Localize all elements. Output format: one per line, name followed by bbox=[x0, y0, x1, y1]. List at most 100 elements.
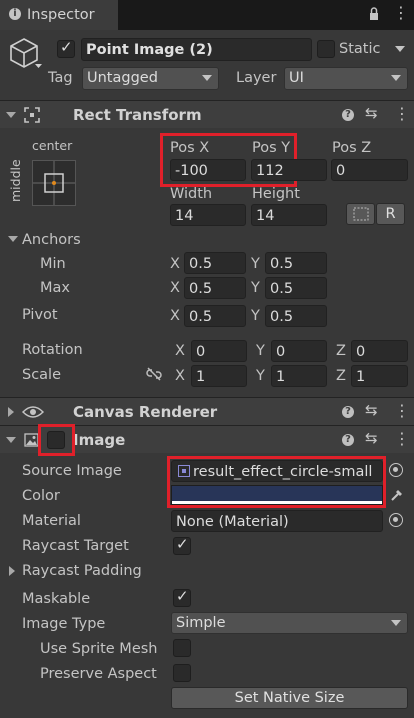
object-picker-icon[interactable] bbox=[389, 513, 403, 527]
object-picker-icon[interactable] bbox=[389, 463, 403, 477]
use-sprite-mesh-toggle[interactable] bbox=[173, 639, 191, 657]
posy-label: Pos Y bbox=[252, 140, 291, 156]
constrain-proportions-icon[interactable] bbox=[146, 366, 162, 382]
material-field[interactable]: None (Material) bbox=[171, 510, 383, 532]
image-type-label: Image Type bbox=[22, 616, 106, 632]
min-x-label: X bbox=[170, 256, 180, 272]
posx-label: Pos X bbox=[170, 140, 210, 156]
rot-z-label: Z bbox=[336, 343, 346, 359]
fold-down-icon[interactable] bbox=[6, 437, 16, 443]
tab-inspector[interactable]: i Inspector bbox=[0, 0, 118, 30]
raw-edit-button[interactable]: R bbox=[376, 203, 405, 225]
color-label: Color bbox=[22, 488, 60, 504]
raycast-target-label: Raycast Target bbox=[22, 538, 129, 554]
static-toggle[interactable] bbox=[317, 40, 335, 58]
tab-title: Inspector bbox=[27, 7, 95, 23]
presets-icon[interactable]: ⇆ bbox=[365, 106, 378, 121]
fold-right-icon[interactable] bbox=[8, 407, 14, 417]
layer-dropdown[interactable]: UI bbox=[284, 67, 408, 90]
rot-z-field[interactable]: 0 bbox=[351, 340, 408, 362]
layer-label: Layer bbox=[236, 70, 277, 86]
tag-dropdown[interactable]: Untagged bbox=[82, 67, 219, 90]
anchor-horizontal-label: center bbox=[32, 138, 73, 153]
scale-y-label: Y bbox=[256, 368, 265, 384]
set-native-size-button[interactable]: Set Native Size bbox=[171, 687, 408, 709]
scale-z-field[interactable]: 1 bbox=[351, 365, 408, 387]
scale-x-label: X bbox=[175, 368, 185, 384]
help-icon[interactable]: ? bbox=[342, 109, 354, 121]
tag-label: Tag bbox=[48, 70, 73, 86]
rot-x-field[interactable]: 0 bbox=[191, 340, 247, 362]
max-y-field[interactable]: 0.5 bbox=[265, 277, 327, 299]
width-label: Width bbox=[170, 186, 213, 202]
presets-icon[interactable]: ⇆ bbox=[365, 403, 378, 418]
max-y-label: Y bbox=[251, 280, 260, 296]
anchor-presets-button[interactable] bbox=[32, 160, 76, 206]
fold-down-icon[interactable] bbox=[6, 112, 16, 118]
use-sprite-mesh-label: Use Sprite Mesh bbox=[40, 641, 158, 657]
static-dropdown-arrow[interactable] bbox=[395, 46, 405, 52]
rect-transform-header[interactable]: Rect Transform ? ⇆ ⋮ bbox=[0, 100, 414, 128]
posz-label: Pos Z bbox=[332, 140, 372, 156]
max-x-field[interactable]: 0.5 bbox=[184, 277, 246, 299]
rot-y-field[interactable]: 0 bbox=[271, 340, 327, 362]
max-x-label: X bbox=[170, 280, 180, 296]
raycast-padding-fold-icon[interactable] bbox=[9, 566, 15, 576]
more-menu-icon[interactable]: ⋮ bbox=[394, 431, 410, 447]
posz-field[interactable]: 0 bbox=[331, 159, 408, 181]
rect-transform-title: Rect Transform bbox=[73, 106, 202, 124]
max-label: Max bbox=[40, 280, 70, 296]
posx-field[interactable]: -100 bbox=[170, 159, 246, 181]
gameobject-icon[interactable] bbox=[6, 36, 42, 72]
source-color-highlight bbox=[167, 456, 386, 508]
image-type-dropdown[interactable]: Simple bbox=[171, 612, 408, 634]
more-menu-icon[interactable]: ⋮ bbox=[394, 106, 410, 122]
help-icon[interactable]: ? bbox=[342, 406, 354, 418]
active-toggle[interactable]: ✓ bbox=[57, 40, 75, 58]
checkmark-icon: ✓ bbox=[176, 535, 189, 553]
scale-label: Scale bbox=[22, 367, 62, 383]
min-y-field[interactable]: 0.5 bbox=[265, 252, 327, 274]
rot-y-label: Y bbox=[256, 343, 265, 359]
pivot-y-field[interactable]: 0.5 bbox=[265, 305, 327, 327]
image-component-icon bbox=[24, 433, 39, 447]
canvas-renderer-header[interactable]: Canvas Renderer ? ⇆ ⋮ bbox=[0, 397, 414, 425]
height-label: Height bbox=[252, 186, 300, 202]
scale-z-label: Z bbox=[336, 368, 346, 384]
width-field[interactable]: 14 bbox=[170, 204, 246, 226]
chevron-down-icon bbox=[202, 75, 212, 81]
anchor-vertical-label: middle bbox=[8, 159, 23, 202]
pivot-x-label: X bbox=[170, 308, 180, 324]
eyedropper-icon[interactable] bbox=[390, 488, 404, 502]
lock-icon[interactable] bbox=[369, 7, 379, 21]
preserve-aspect-toggle[interactable] bbox=[173, 664, 191, 682]
blueprint-mode-button[interactable] bbox=[346, 203, 375, 225]
checkmark-icon: ✓ bbox=[60, 38, 73, 56]
source-image-label: Source Image bbox=[22, 463, 122, 479]
static-label: Static bbox=[339, 41, 381, 57]
pivot-y-label: Y bbox=[251, 308, 260, 324]
checkmark-icon: ✓ bbox=[176, 587, 189, 605]
scale-y-field[interactable]: 1 bbox=[271, 365, 327, 387]
scale-x-field[interactable]: 1 bbox=[191, 365, 247, 387]
pivot-x-field[interactable]: 0.5 bbox=[184, 305, 246, 327]
chevron-down-icon bbox=[391, 620, 401, 626]
maskable-label: Maskable bbox=[22, 591, 91, 607]
height-field[interactable]: 14 bbox=[251, 204, 327, 226]
rot-x-label: X bbox=[175, 343, 185, 359]
maskable-toggle[interactable]: ✓ bbox=[173, 589, 191, 607]
object-name-field[interactable]: Point Image (2) bbox=[81, 38, 312, 61]
help-icon[interactable]: ? bbox=[342, 434, 354, 446]
preserve-aspect-label: Preserve Aspect bbox=[40, 666, 157, 682]
anchors-fold-icon[interactable] bbox=[8, 236, 18, 242]
more-menu-icon[interactable]: ⋮ bbox=[393, 5, 409, 21]
min-y-label: Y bbox=[251, 256, 260, 272]
presets-icon[interactable]: ⇆ bbox=[365, 431, 378, 446]
rect-transform-icon bbox=[24, 107, 40, 123]
more-menu-icon[interactable]: ⋮ bbox=[394, 403, 410, 419]
posy-field[interactable]: 112 bbox=[251, 159, 327, 181]
eye-icon bbox=[21, 404, 45, 420]
min-x-field[interactable]: 0.5 bbox=[184, 252, 246, 274]
min-label: Min bbox=[40, 256, 66, 272]
raycast-target-toggle[interactable]: ✓ bbox=[173, 537, 191, 555]
